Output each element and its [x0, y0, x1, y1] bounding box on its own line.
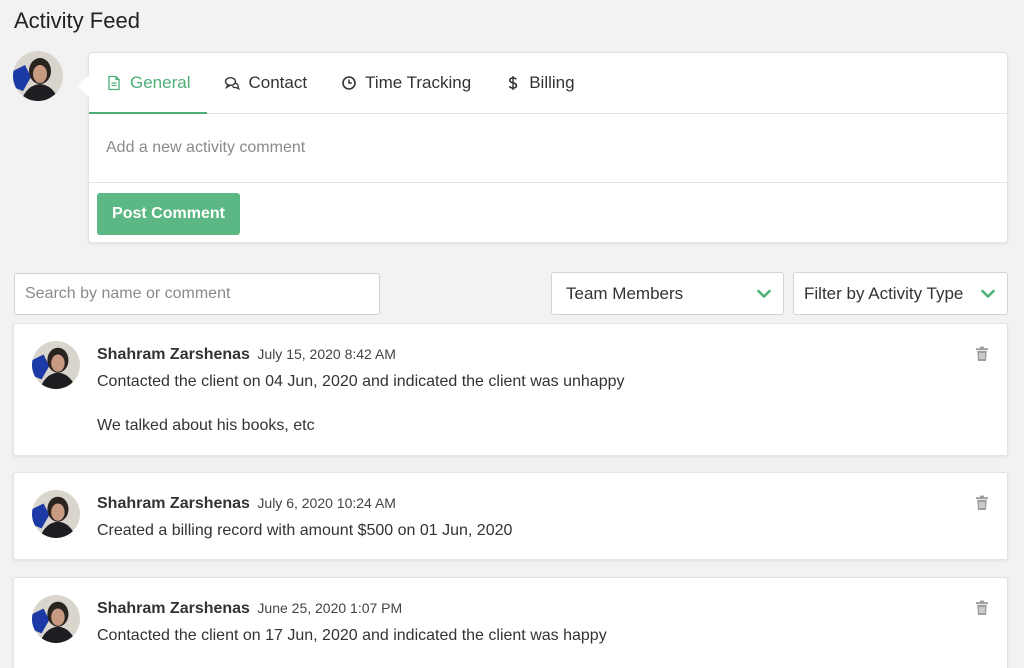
author-name: Shahram Zarshenas	[97, 346, 250, 363]
activity-card: Shahram Zarshenas June 25, 2020 1:07 PM …	[13, 577, 1008, 668]
comment-composer: General Contact Time Tracking Billing Ad…	[78, 52, 1008, 243]
avatar-image	[32, 490, 80, 538]
activity-author: Shahram Zarshenas July 6, 2020 10:24 AM	[97, 495, 396, 513]
chevron-down-icon	[981, 289, 995, 298]
activity-text: Contacted the client on 04 Jun, 2020 and…	[97, 373, 625, 390]
comment-input[interactable]	[89, 114, 1007, 183]
select-label: Filter by Activity Type	[804, 283, 964, 303]
composer-tabs: General Contact Time Tracking Billing	[89, 53, 1007, 114]
dollar-icon	[508, 76, 518, 90]
avatar	[32, 341, 80, 389]
chat-icon	[225, 77, 241, 91]
avatar	[32, 490, 80, 538]
avatar-image	[32, 595, 80, 643]
tab-label: Billing	[529, 73, 575, 92]
trash-icon[interactable]	[975, 600, 989, 616]
activity-date: July 6, 2020 10:24 AM	[257, 495, 396, 511]
avatar-image	[32, 341, 80, 389]
author-name: Shahram Zarshenas	[97, 600, 250, 617]
author-name: Shahram Zarshenas	[97, 495, 250, 512]
clock-icon	[342, 76, 356, 90]
activity-text: Contacted the client on 17 Jun, 2020 and…	[97, 627, 607, 644]
activity-type-select[interactable]: Filter by Activity Type	[793, 272, 1008, 315]
page-title: Activity Feed	[14, 8, 140, 33]
document-icon	[108, 75, 120, 91]
search-input[interactable]	[14, 273, 380, 315]
activity-date: June 25, 2020 1:07 PM	[257, 600, 403, 616]
chevron-down-icon	[757, 289, 771, 298]
post-comment-button[interactable]: Post Comment	[97, 193, 240, 235]
trash-icon[interactable]	[975, 495, 989, 511]
team-members-select[interactable]: Team Members	[551, 272, 784, 315]
activity-author: Shahram Zarshenas July 15, 2020 8:42 AM	[97, 346, 396, 364]
avatar-image	[13, 51, 63, 101]
avatar	[32, 595, 80, 643]
tab-label: General	[130, 73, 191, 92]
tab-general[interactable]: General	[89, 53, 208, 114]
activity-date: July 15, 2020 8:42 AM	[257, 346, 396, 362]
activity-author: Shahram Zarshenas June 25, 2020 1:07 PM	[97, 600, 402, 618]
tab-label: Time Tracking	[365, 73, 472, 92]
tab-contact[interactable]: Contact	[207, 53, 324, 113]
tab-label: Contact	[248, 73, 308, 92]
select-label: Team Members	[566, 283, 684, 303]
activity-card: Shahram Zarshenas July 6, 2020 10:24 AM …	[13, 472, 1008, 560]
tab-time-tracking[interactable]: Time Tracking	[324, 53, 488, 113]
activity-text: We talked about his books, etc	[97, 417, 315, 434]
tab-billing[interactable]: Billing	[488, 53, 591, 113]
activity-card: Shahram Zarshenas July 15, 2020 8:42 AM …	[13, 323, 1008, 456]
trash-icon[interactable]	[975, 346, 989, 362]
activity-text: Created a billing record with amount $50…	[97, 522, 513, 539]
avatar	[13, 51, 63, 101]
